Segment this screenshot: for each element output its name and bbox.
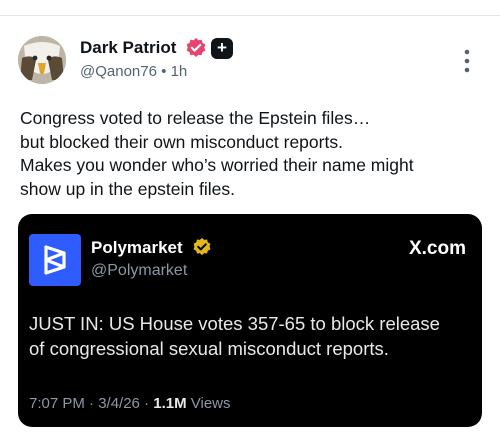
embed-views-count: 1.1M <box>153 395 187 412</box>
post-text: Congress voted to release the Epstein fi… <box>20 107 490 201</box>
embedded-post-card[interactable]: Polymarket @Polymarket X.com JUST IN: US… <box>18 214 482 427</box>
polymarket-logo-mark <box>44 245 66 275</box>
avatar[interactable] <box>18 36 66 84</box>
plus-badge-icon: + <box>211 38 233 59</box>
embed-text-line: JUST IN: US House votes 357-65 to block … <box>29 313 440 334</box>
author-handle[interactable]: @Qanon76 <box>80 63 157 80</box>
post-header: Dark Patriot + @Qanon76 • 1h <box>18 36 488 88</box>
post-text-line: Congress voted to release the Epstein fi… <box>20 108 371 128</box>
handle-line: @Qanon76 • 1h <box>80 63 187 80</box>
embed-timestamp[interactable]: 7:07 PM · 3/4/26 · <box>29 395 153 412</box>
post-text-line: show up in the epstein files. <box>20 178 235 199</box>
eagle-avatar-image <box>18 36 66 84</box>
post-text-line: but blocked their own misconduct reports… <box>20 131 343 152</box>
top-divider <box>0 15 500 16</box>
embed-account-name[interactable]: Polymarket <box>91 238 183 258</box>
embed-account-handle[interactable]: @Polymarket <box>91 262 187 280</box>
embed-views-label: Views <box>186 395 231 412</box>
polymarket-logo <box>29 234 81 286</box>
post-time[interactable]: 1h <box>171 63 188 80</box>
post-text-line: Makes you wonder who’s worried their nam… <box>20 155 414 175</box>
author-name[interactable]: Dark Patriot <box>80 38 176 58</box>
verified-badge-icon <box>186 38 206 57</box>
embed-text: JUST IN: US House votes 357-65 to block … <box>29 311 474 361</box>
dot-separator: • <box>161 63 167 80</box>
more-vertical-icon[interactable] <box>460 48 474 74</box>
gold-verified-icon <box>193 237 211 256</box>
embed-meta: 7:07 PM · 3/4/26 · 1.1M Views <box>29 395 231 412</box>
embed-text-line: of congressional sexual misconduct repor… <box>29 338 389 359</box>
x-com-source[interactable]: X.com <box>409 238 466 260</box>
